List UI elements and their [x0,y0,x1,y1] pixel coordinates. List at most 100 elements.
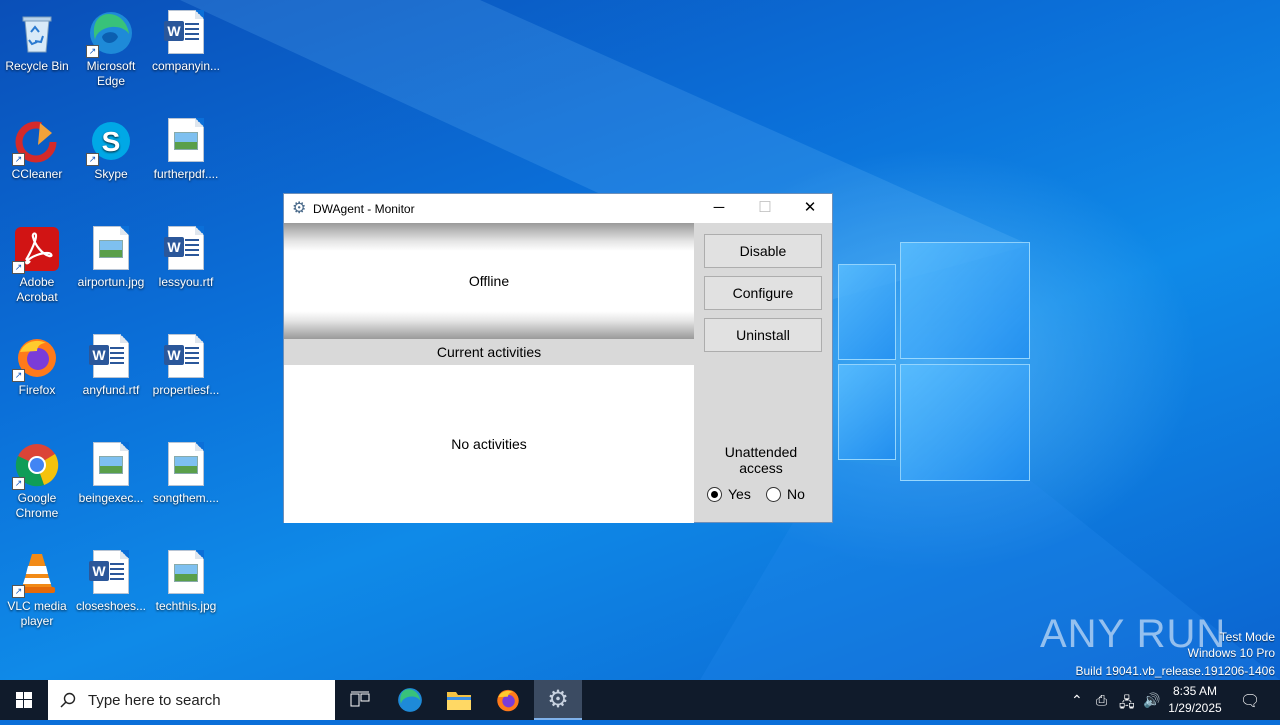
volume-icon[interactable]: 🔊 [1143,692,1160,709]
desktop-icon-closeshoes[interactable]: W closeshoes... [75,544,147,614]
icon-label: propertiesf... [152,383,220,397]
radio-yes[interactable]: Yes [707,486,751,502]
shortcut-arrow-icon: ↗ [12,477,25,490]
image-file-icon [163,442,209,488]
icon-label: Firefox [18,383,56,397]
image-file-icon [88,226,134,272]
adobe-acrobat-icon: ↗ [12,226,60,274]
icon-label: beingexec... [78,491,144,505]
activities-panel: No activities [284,365,694,523]
desktop: Recycle Bin ↗ CCleaner ↗ Adobe Acrobat ↗… [0,0,1280,680]
configure-button[interactable]: Configure [704,276,822,310]
title-bar[interactable]: ⚙ DWAgent - Monitor ─ ☐ ✕ [284,194,832,223]
taskbar-dwagent[interactable]: ⚙ [534,680,582,720]
icon-label: VLC media player [7,599,67,628]
shortcut-arrow-icon: ↗ [12,261,25,274]
minimize-button[interactable]: ─ [696,194,742,223]
desktop-icon-techthis[interactable]: techthis.jpg [150,544,222,614]
windows-start-icon [16,692,32,708]
search-box[interactable]: Type here to search [48,680,335,720]
status-text: Offline [468,273,510,289]
desktop-icon-songthem[interactable]: songthem.... [150,436,222,506]
status-panel: Offline [284,223,694,339]
icon-label: anyfund.rtf [82,383,140,397]
desktop-icon-vlc[interactable]: ↗ VLC media player [1,544,73,629]
notification-icon[interactable]: 🗨 [1240,691,1260,711]
icon-label: Microsoft Edge [86,59,136,88]
image-file-icon [88,442,134,488]
desktop-icon-recycle-bin[interactable]: Recycle Bin [1,4,73,74]
close-button[interactable]: ✕ [787,194,833,223]
windows-edition-text: Windows 10 Pro [1187,646,1275,660]
task-view-icon [350,691,370,707]
network-icon[interactable]: 🖧 [1119,692,1135,716]
icon-label: airportun.jpg [77,275,145,289]
start-button[interactable] [0,680,48,720]
gear-icon: ⚙ [547,685,569,713]
radio-yes-label: Yes [728,486,751,502]
desktop-icon-microsoft-edge[interactable]: ↗ Microsoft Edge [75,4,147,89]
icon-label: Adobe Acrobat [16,275,58,304]
shortcut-arrow-icon: ↗ [12,585,25,598]
search-icon [60,692,76,708]
chrome-icon: ↗ [12,442,60,490]
taskbar-firefox[interactable] [484,680,532,720]
desktop-icon-google-chrome[interactable]: ↗ Google Chrome [1,436,73,521]
desktop-icon-skype[interactable]: S ↗ Skype [75,112,147,182]
activities-text: No activities [451,436,527,452]
icon-label: closeshoes... [75,599,147,613]
radio-no-indicator[interactable] [766,486,781,502]
build-text: Build 19041.vb_release.191206-1406 [1075,664,1276,678]
taskbar-file-explorer[interactable] [435,680,483,720]
skype-icon: S ↗ [86,118,134,166]
unattended-access-label: Unattended access [724,444,798,476]
edge-icon: ↗ [86,10,134,58]
taskbar-edge[interactable] [386,680,434,720]
window-title: DWAgent - Monitor [313,201,415,216]
firefox-icon [497,689,519,712]
word-document-icon: W [88,550,134,596]
icon-label: furtherpdf.... [153,167,219,181]
desktop-icon-furtherpdf[interactable]: furtherpdf.... [150,112,222,182]
taskbar: Type here to search ⚙ ⌃ ⎙ 🖧 🔊 8:35 AM 1/… [0,680,1280,720]
desktop-icon-companyin[interactable]: W companyin... [150,4,222,74]
desktop-icon-anyfund[interactable]: W anyfund.rtf [75,328,147,398]
icon-label: Recycle Bin [5,59,69,73]
svg-text:S: S [102,126,121,157]
desktop-icon-firefox[interactable]: ↗ Firefox [1,328,73,398]
radio-yes-indicator[interactable] [707,486,722,502]
firefox-icon: ↗ [12,334,60,382]
shortcut-arrow-icon: ↗ [86,153,99,166]
activities-header: Current activities [284,339,694,365]
icon-label: CCleaner [11,167,63,181]
word-document-icon: W [163,10,209,56]
desktop-icon-propertiesf[interactable]: W propertiesf... [150,328,222,398]
image-file-icon [163,550,209,596]
edge-icon [398,688,422,712]
test-mode-text: Test Mode [1219,630,1275,644]
icon-label: Skype [94,167,128,181]
icon-label: lessyou.rtf [158,275,214,289]
desktop-icon-lessyou[interactable]: W lessyou.rtf [150,220,222,290]
dwagent-monitor-window: ⚙ DWAgent - Monitor ─ ☐ ✕ Offline Curren… [283,193,833,523]
clock[interactable]: 8:35 AM 1/29/2025 [1165,683,1225,717]
radio-no-label: No [787,486,805,502]
shortcut-arrow-icon: ↗ [12,369,25,382]
desktop-icon-adobe-acrobat[interactable]: ↗ Adobe Acrobat [1,220,73,305]
disable-button[interactable]: Disable [704,234,822,268]
folder-icon [447,692,471,710]
word-document-icon: W [88,334,134,380]
uninstall-button[interactable]: Uninstall [704,318,822,352]
chevron-up-icon[interactable]: ⌃ [1071,692,1083,709]
icon-label: songthem.... [152,491,220,505]
maximize-button[interactable]: ☐ [742,194,788,223]
task-view-button[interactable] [336,680,384,720]
shortcut-arrow-icon: ↗ [86,45,99,58]
desktop-icon-airportun[interactable]: airportun.jpg [75,220,147,290]
desktop-icon-ccleaner[interactable]: ↗ CCleaner [1,112,73,182]
radio-no[interactable]: No [766,486,805,502]
desktop-icon-beingexec[interactable]: beingexec... [75,436,147,506]
icon-label: companyin... [151,59,221,73]
device-icon[interactable]: ⎙ [1096,692,1107,709]
windows-logo-wallpaper [838,242,1030,482]
